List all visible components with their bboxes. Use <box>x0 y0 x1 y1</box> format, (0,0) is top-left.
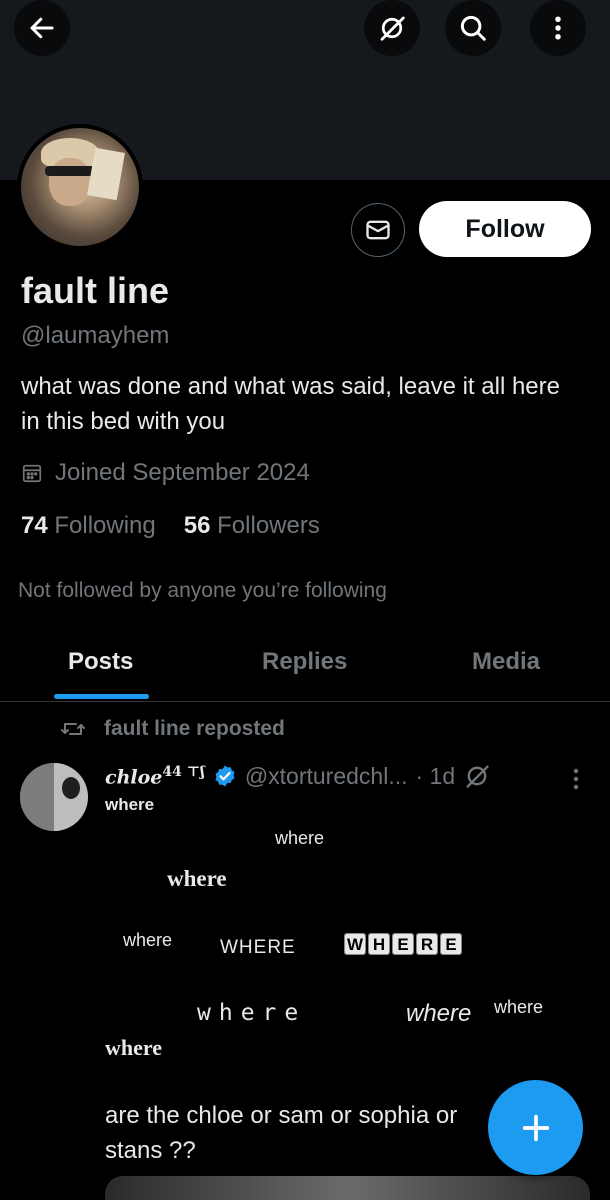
post-author-handle[interactable]: @xtorturedchl... <box>245 763 408 790</box>
profile-tabs: Posts Replies Media <box>0 630 610 702</box>
post-word: where <box>275 828 325 848</box>
post-word: where <box>494 997 544 1017</box>
post-word: where <box>406 1000 472 1027</box>
followers-label: Followers <box>217 512 320 539</box>
calendar-icon <box>22 464 42 483</box>
profile-handle: @laumayhem <box>21 322 170 349</box>
back-button[interactable] <box>14 0 70 56</box>
search-icon <box>460 15 486 41</box>
not-followed-notice: Not followed by anyone you’re following <box>18 579 387 602</box>
follow-button[interactable]: Follow <box>419 201 591 257</box>
grok-icon <box>380 16 405 41</box>
letter-tile: E <box>392 933 414 955</box>
post-header: chloe44 ⊤ʃ @xtorturedchl... · 1d <box>105 762 491 790</box>
post-text: are the chloe or sam or sophia or stans … <box>105 1102 458 1164</box>
tab-media[interactable]: Media <box>472 648 540 676</box>
compose-post-button[interactable] <box>488 1080 583 1175</box>
letter-tile: H <box>368 933 390 955</box>
repost-indicator[interactable]: fault line reposted <box>60 717 285 741</box>
following-link[interactable]: 74 Following <box>21 512 156 540</box>
post-author-name[interactable]: chloe44 ⊤ʃ <box>105 764 205 788</box>
back-arrow-icon <box>30 17 54 39</box>
profile-bio: what was done and what was said, leave i… <box>21 373 560 435</box>
grok-button[interactable] <box>364 0 420 56</box>
profile-display-name: fault line <box>21 270 170 311</box>
envelope-icon <box>366 220 390 240</box>
post-word-tiles: W H E R E <box>344 933 462 955</box>
tab-replies[interactable]: Replies <box>262 648 347 676</box>
active-tab-indicator <box>54 694 149 699</box>
follow-stats: 74 Following 56 Followers <box>21 512 320 540</box>
tab-posts[interactable]: Posts <box>68 648 133 676</box>
profile-avatar[interactable] <box>17 124 143 250</box>
post-word: where <box>167 866 227 891</box>
message-button[interactable] <box>351 203 405 257</box>
more-options-button[interactable] <box>530 0 586 56</box>
followers-link[interactable]: 56 Followers <box>184 512 320 540</box>
followers-count: 56 <box>183 512 211 539</box>
post-word: WHERE <box>220 937 296 958</box>
post-word: where <box>105 795 155 814</box>
post-word: where <box>105 1035 163 1060</box>
following-label: Following <box>54 512 156 539</box>
search-button[interactable] <box>445 0 501 56</box>
letter-tile: E <box>440 933 462 955</box>
grok-icon[interactable] <box>463 762 491 790</box>
joined-date: Joined September 2024 <box>21 459 310 487</box>
verified-badge-icon <box>215 765 235 787</box>
repost-label: fault line reposted <box>104 717 285 740</box>
joined-text: Joined September 2024 <box>55 459 310 486</box>
post-word: where <box>197 1000 307 1026</box>
post-media[interactable] <box>105 1176 590 1200</box>
post-author-avatar[interactable] <box>20 763 88 831</box>
following-count: 74 <box>21 512 48 539</box>
post-time[interactable]: · 1d <box>416 763 456 790</box>
letter-tile: W <box>344 933 366 955</box>
post-more-icon[interactable] <box>566 766 586 792</box>
letter-tile: R <box>416 933 438 955</box>
avatar-image <box>21 128 139 246</box>
plus-icon <box>522 1114 549 1141</box>
post-word: where <box>123 930 173 950</box>
more-vertical-icon <box>555 16 561 40</box>
repost-icon <box>61 723 85 735</box>
